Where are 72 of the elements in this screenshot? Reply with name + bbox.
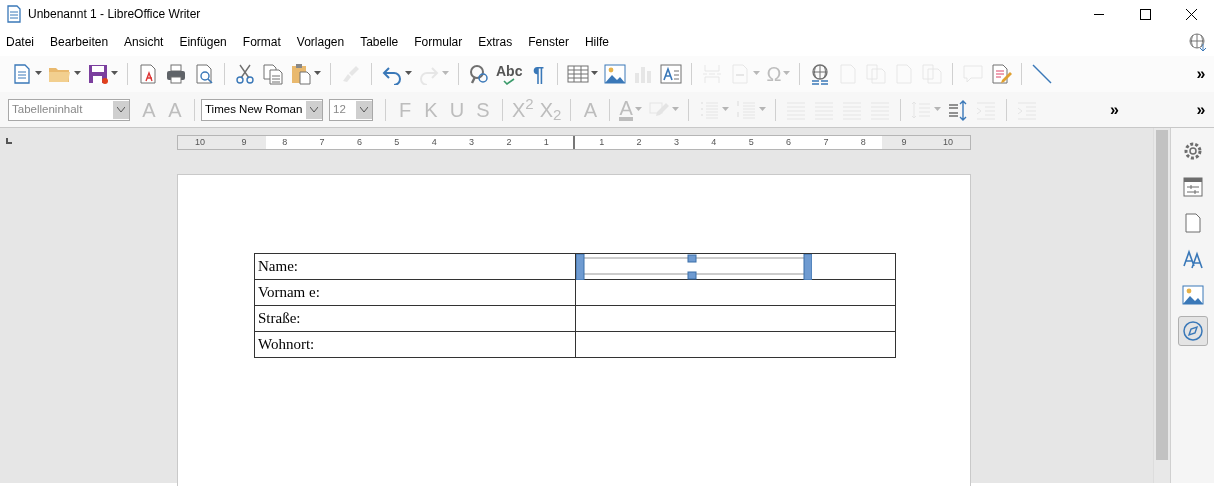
dropdown-icon[interactable] [310, 106, 318, 113]
table-icon [567, 63, 590, 85]
ruler-number: 5 [747, 136, 755, 149]
ruler-number: 3 [468, 136, 476, 149]
menu-item[interactable]: Vorlagen [296, 33, 353, 51]
ruler-number: 1 [598, 136, 606, 149]
scrollbar[interactable] [1153, 128, 1170, 483]
ruler-number: 9 [900, 136, 908, 149]
globe-icon [1188, 32, 1208, 52]
ruler-number: 8 [859, 136, 867, 149]
format-button[interactable]: ¶ [525, 60, 552, 88]
caret-icon[interactable] [35, 71, 42, 77]
styles-icon [1181, 248, 1204, 270]
ruler[interactable]: 10 9 8 7 6 5 4 3 2 1 1 2 3 4 5 6 7 8 9 10 [177, 135, 971, 150]
menu-item[interactable]: Bearbeiten [50, 33, 117, 51]
checkmark-icon [503, 77, 516, 85]
ruler-number: 9 [240, 136, 248, 149]
ruler-number: 7 [822, 136, 830, 149]
menu-item[interactable]: Einfügen [179, 33, 235, 51]
selection-handles-drawing[interactable] [575, 254, 812, 280]
compass-icon [1181, 320, 1204, 342]
minimize-icon [1094, 14, 1104, 16]
tab-stop-icon[interactable] [6, 138, 12, 144]
document-icon [6, 5, 22, 23]
ruler-number: 2 [505, 136, 513, 149]
ruler-number: 4 [710, 136, 718, 149]
overflow-button[interactable]: » [1188, 95, 1214, 124]
menu-item[interactable]: Tabelle [360, 33, 407, 51]
table-cell[interactable] [575, 253, 896, 280]
caret-icon[interactable] [314, 71, 321, 77]
close-icon [1185, 9, 1197, 21]
ruler-number: 1 [542, 136, 550, 149]
table-cell: Vornam e: [254, 279, 575, 306]
ruler-number: 2 [635, 136, 643, 149]
menu-item[interactable]: Format [242, 33, 289, 51]
caret-icon[interactable] [405, 71, 412, 77]
ruler-number: 5 [393, 136, 401, 149]
caret-icon[interactable] [591, 71, 599, 77]
window-title: Unbenannt 1 - LibreOffice Writer [28, 6, 201, 23]
maximize-icon [1139, 9, 1151, 21]
table-cell: Wohnort: [254, 331, 575, 358]
menu-item[interactable]: Ansicht [124, 33, 172, 51]
table-cell: Straße: [254, 305, 575, 332]
ruler-number: 6 [355, 136, 363, 149]
ruler-number: 7 [318, 136, 326, 149]
menu-item[interactable]: Extras [478, 33, 521, 51]
ruler-number: 4 [430, 136, 438, 149]
clipboard-icon [290, 63, 312, 85]
menu-item[interactable]: Fenster [528, 33, 577, 51]
menu-item[interactable]: Hilfe [584, 33, 617, 51]
ruler-number: 6 [785, 136, 793, 149]
caret-icon[interactable] [111, 71, 118, 77]
spellcheck-button[interactable]: Abc [493, 60, 526, 88]
overflow-button[interactable]: » [1101, 95, 1128, 124]
image-icon [1181, 284, 1204, 306]
table-cell: Name: [254, 253, 575, 280]
ruler-number: 10 [194, 136, 206, 149]
ruler-number: 3 [672, 136, 680, 149]
menu-item[interactable]: Formular [414, 33, 471, 51]
sidebar-button[interactable] [1177, 316, 1208, 346]
ruler-number: 8 [281, 136, 289, 149]
save-icon [87, 63, 109, 85]
table-cell[interactable] [575, 279, 896, 306]
table-cell[interactable] [575, 305, 896, 332]
table-cell[interactable] [575, 331, 896, 358]
properties-icon [1181, 176, 1204, 198]
ruler-number: 10 [942, 136, 954, 149]
menu-item[interactable]: Datei [6, 33, 42, 51]
combo-box[interactable]: Times New Roman [201, 98, 323, 121]
document-icon [11, 63, 33, 85]
caret-icon[interactable] [74, 71, 81, 77]
overflow-button[interactable]: » [1188, 60, 1214, 88]
